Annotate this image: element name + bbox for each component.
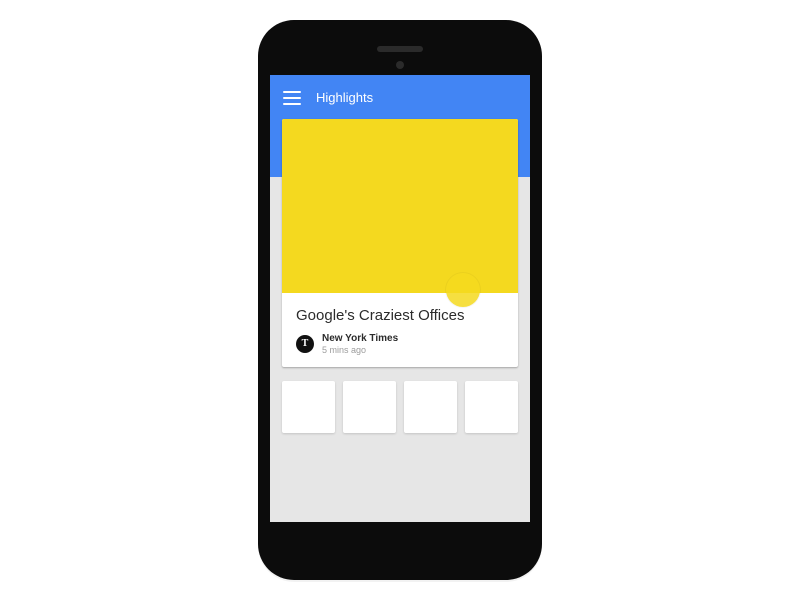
- article-card[interactable]: Google's Craziest Offices T New York Tim…: [282, 119, 518, 367]
- source-name: New York Times: [322, 333, 398, 345]
- card-body: Google's Craziest Offices T New York Tim…: [282, 293, 518, 367]
- source-avatar-icon: T: [296, 335, 314, 353]
- phone-frame: Highlights Google's Craziest Offices T: [258, 20, 542, 580]
- thumbnail-card[interactable]: [404, 381, 457, 433]
- touch-ripple-icon: [446, 273, 480, 307]
- card-hero-image: [282, 119, 518, 293]
- thumbnail-card[interactable]: [343, 381, 396, 433]
- content-area[interactable]: Google's Craziest Offices T New York Tim…: [270, 177, 530, 522]
- thumbnail-card[interactable]: [465, 381, 518, 433]
- app-bar-title: Highlights: [316, 88, 373, 108]
- source-avatar-glyph: T: [302, 338, 309, 349]
- card-title: Google's Craziest Offices: [296, 307, 504, 324]
- phone-camera: [396, 61, 404, 69]
- stage: Highlights Google's Craziest Offices T: [0, 0, 800, 600]
- thumbnail-card[interactable]: [282, 381, 335, 433]
- app-screen: Highlights Google's Craziest Offices T: [270, 75, 530, 522]
- card-source-row: T New York Times 5 mins ago: [296, 333, 504, 355]
- source-time: 5 mins ago: [322, 345, 398, 355]
- source-text: New York Times 5 mins ago: [322, 333, 398, 355]
- phone-earpiece: [377, 46, 423, 52]
- menu-icon[interactable]: [282, 88, 302, 108]
- thumbnail-row: [282, 381, 518, 433]
- card-stack: Google's Craziest Offices T New York Tim…: [282, 119, 518, 433]
